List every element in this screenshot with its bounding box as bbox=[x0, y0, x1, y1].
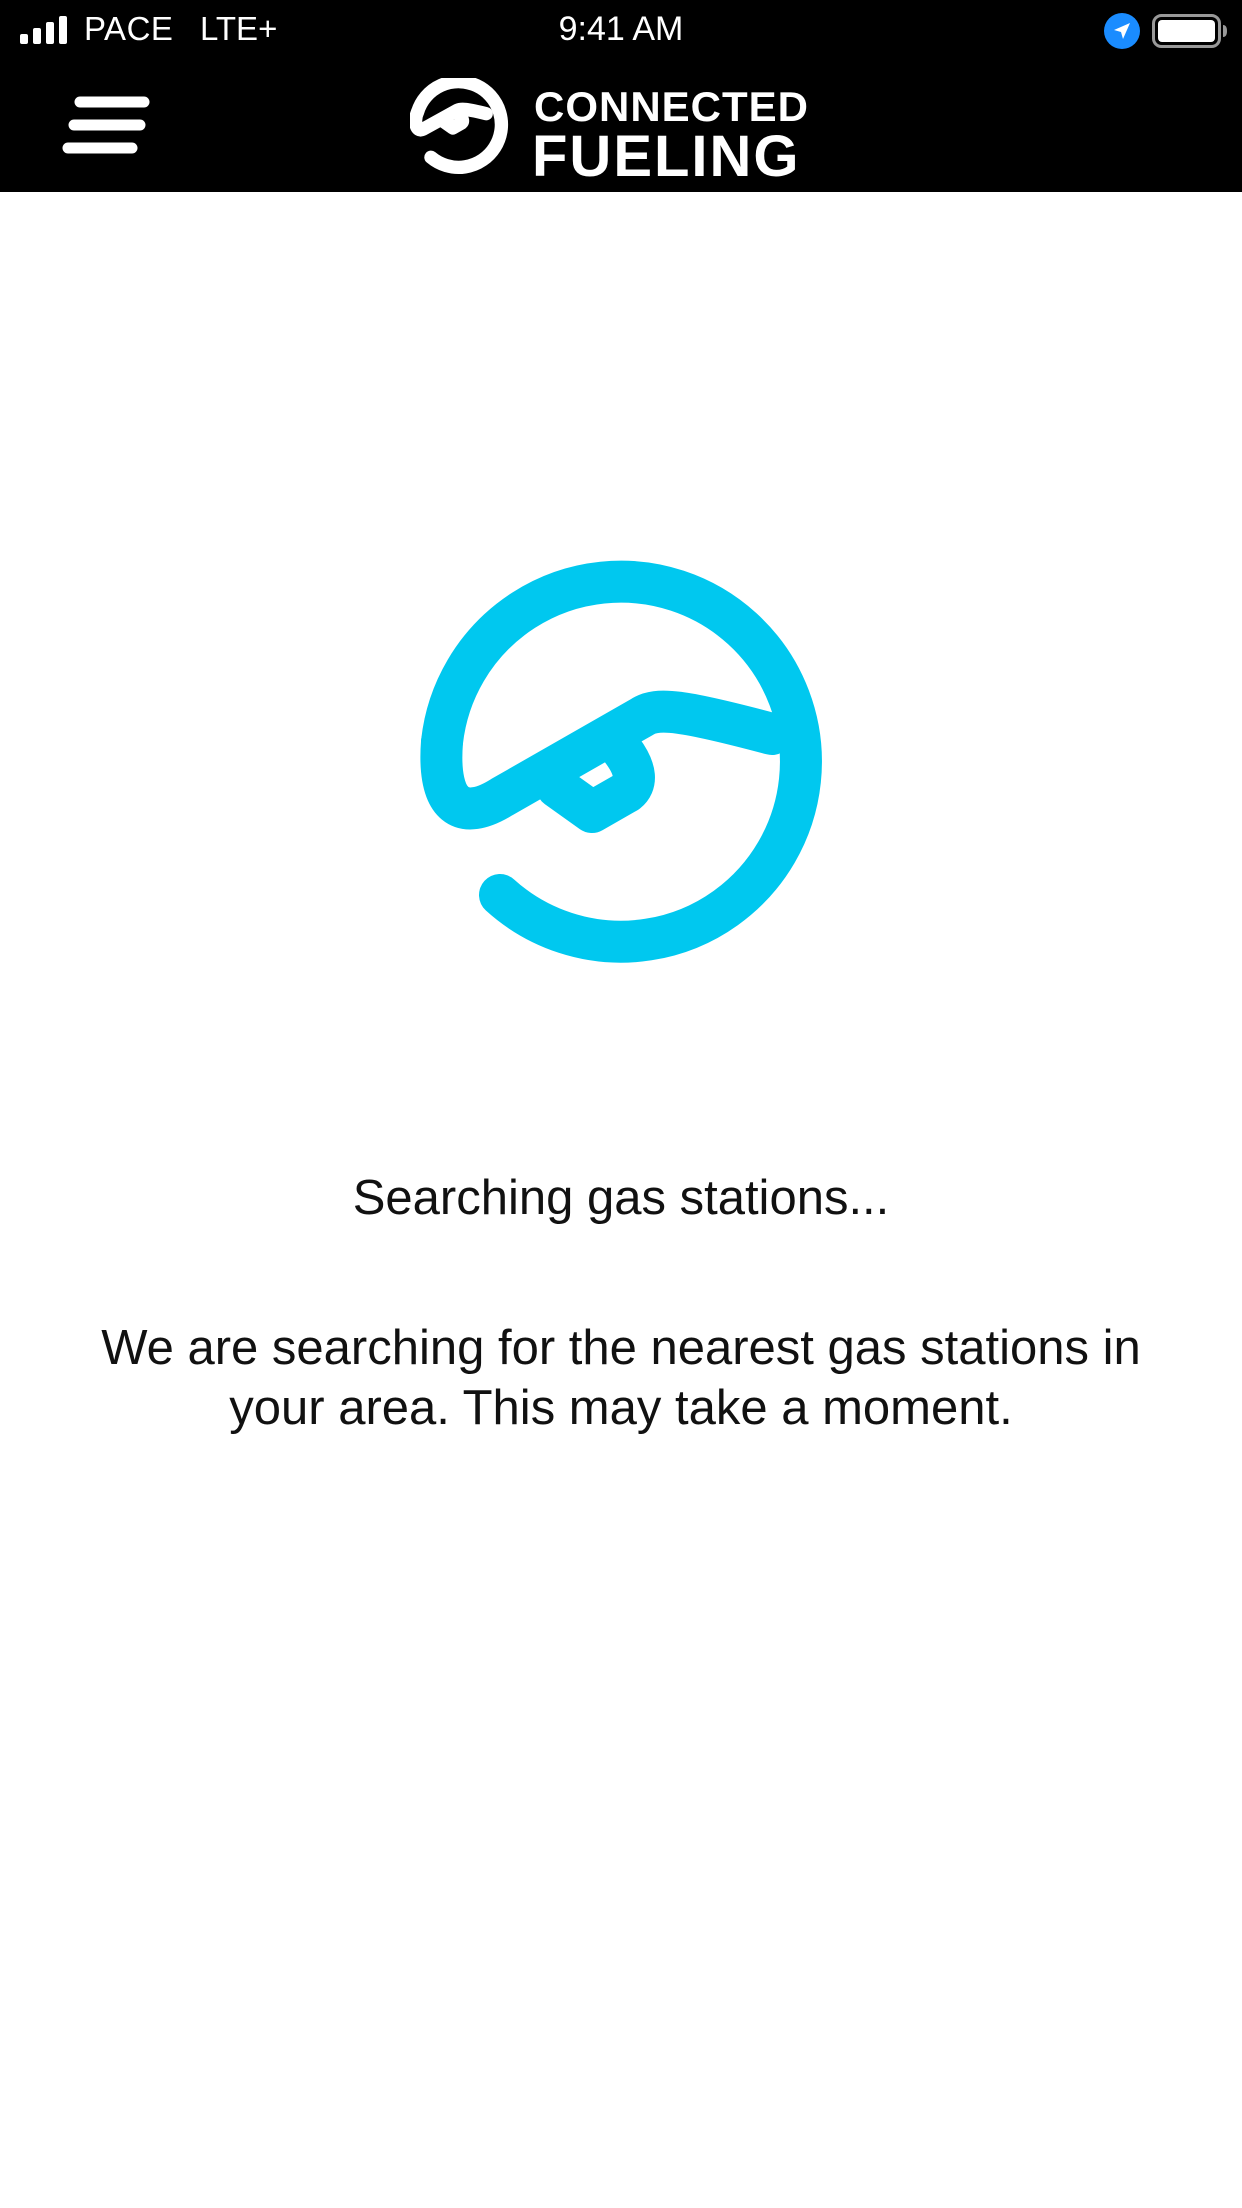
menu-button[interactable] bbox=[60, 92, 160, 162]
loading-message: We are searching for the nearest gas sta… bbox=[101, 1321, 1141, 1435]
brand-name-line2: FUELING bbox=[532, 124, 801, 189]
fuel-nozzle-logo-icon bbox=[410, 78, 509, 174]
status-bar: PACE LTE+ 9:41 AM bbox=[0, 0, 1242, 60]
battery-full-icon bbox=[1152, 14, 1227, 48]
loading-title: Searching gas stations... bbox=[352, 1171, 890, 1225]
app-header: CONNECTED FUELING bbox=[0, 60, 1242, 192]
status-time: 9:41 AM bbox=[558, 10, 684, 48]
hamburger-menu-icon bbox=[62, 96, 150, 154]
brand-logo: CONNECTED FUELING bbox=[410, 76, 840, 186]
fuel-nozzle-loading-icon bbox=[420, 560, 822, 963]
location-arrow-icon bbox=[1104, 13, 1140, 49]
brand-name-line1: CONNECTED bbox=[534, 83, 810, 130]
